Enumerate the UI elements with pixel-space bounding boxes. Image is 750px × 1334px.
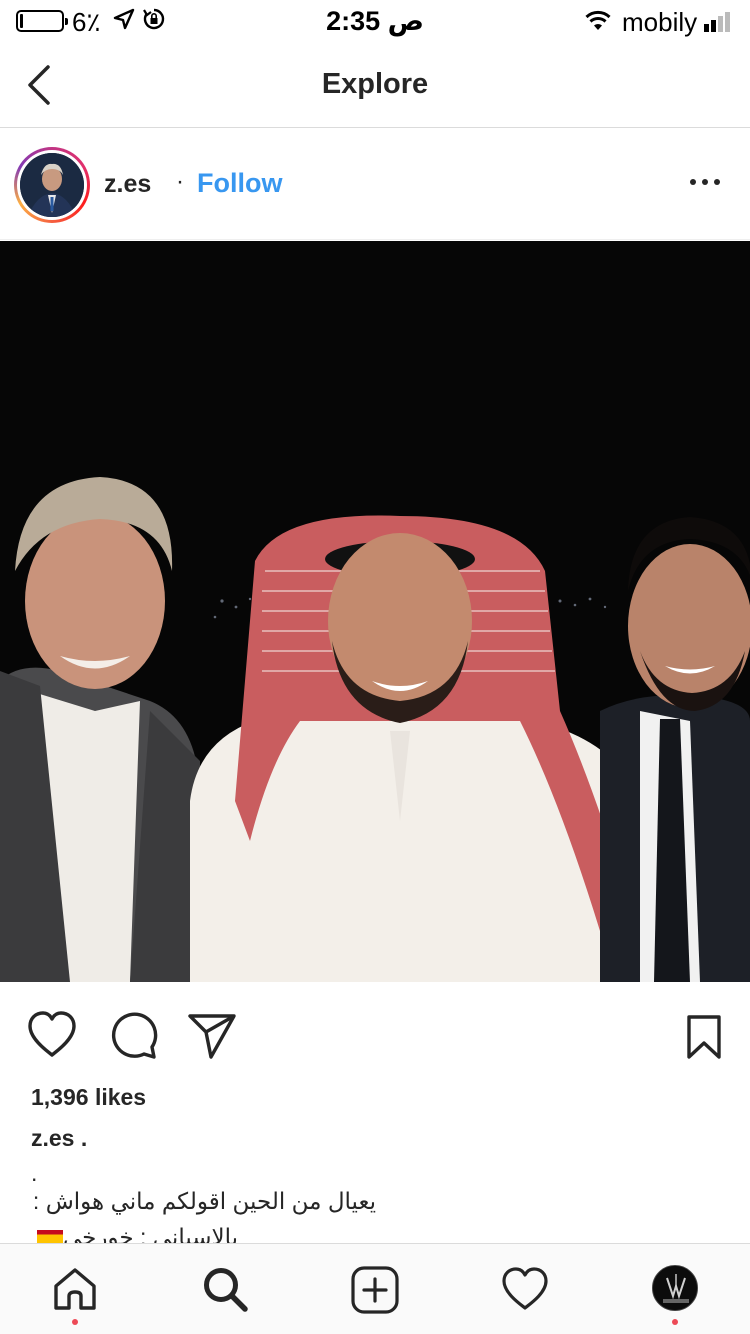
- caption-line: .: [31, 1160, 38, 1186]
- status-bar: 6٪ 2:35 ص mobily: [0, 0, 750, 40]
- tab-bar: [0, 1243, 750, 1334]
- separator-dot: ·: [176, 168, 184, 195]
- wifi-icon: [585, 10, 611, 30]
- caption-line: يعيال من الحين اقولكم ماني هواش :: [32, 1188, 376, 1214]
- profile-avatar[interactable]: [652, 1265, 698, 1311]
- likes-count[interactable]: 1,396 likes: [31, 1084, 146, 1111]
- share-icon[interactable]: [187, 1012, 237, 1060]
- search-icon[interactable]: [202, 1266, 248, 1312]
- more-horizontal-icon[interactable]: [690, 179, 720, 189]
- avatar[interactable]: [14, 147, 90, 223]
- notification-dot: [672, 1319, 678, 1325]
- heart-icon[interactable]: [26, 1010, 78, 1060]
- follow-button[interactable]: Follow: [197, 168, 282, 199]
- home-icon[interactable]: [52, 1266, 98, 1312]
- post-photo[interactable]: [0, 241, 750, 982]
- carrier-name: mobily: [622, 7, 698, 37]
- navigation-bar: Explore: [0, 40, 750, 128]
- page-title: Explore: [321, 68, 429, 100]
- post-actions: [0, 1010, 750, 1066]
- comment-icon[interactable]: [108, 1010, 158, 1060]
- bookmark-icon[interactable]: [686, 1014, 722, 1060]
- avatar-image: [20, 153, 84, 217]
- post-header: z.es · Follow: [0, 129, 750, 240]
- caption-username[interactable]: z.es .: [31, 1125, 87, 1152]
- activity-heart-icon[interactable]: [501, 1266, 549, 1312]
- notification-dot: [72, 1319, 78, 1325]
- signal-bars-icon: [704, 10, 730, 32]
- add-post-icon[interactable]: [351, 1266, 399, 1314]
- post-username[interactable]: z.es: [104, 170, 151, 199]
